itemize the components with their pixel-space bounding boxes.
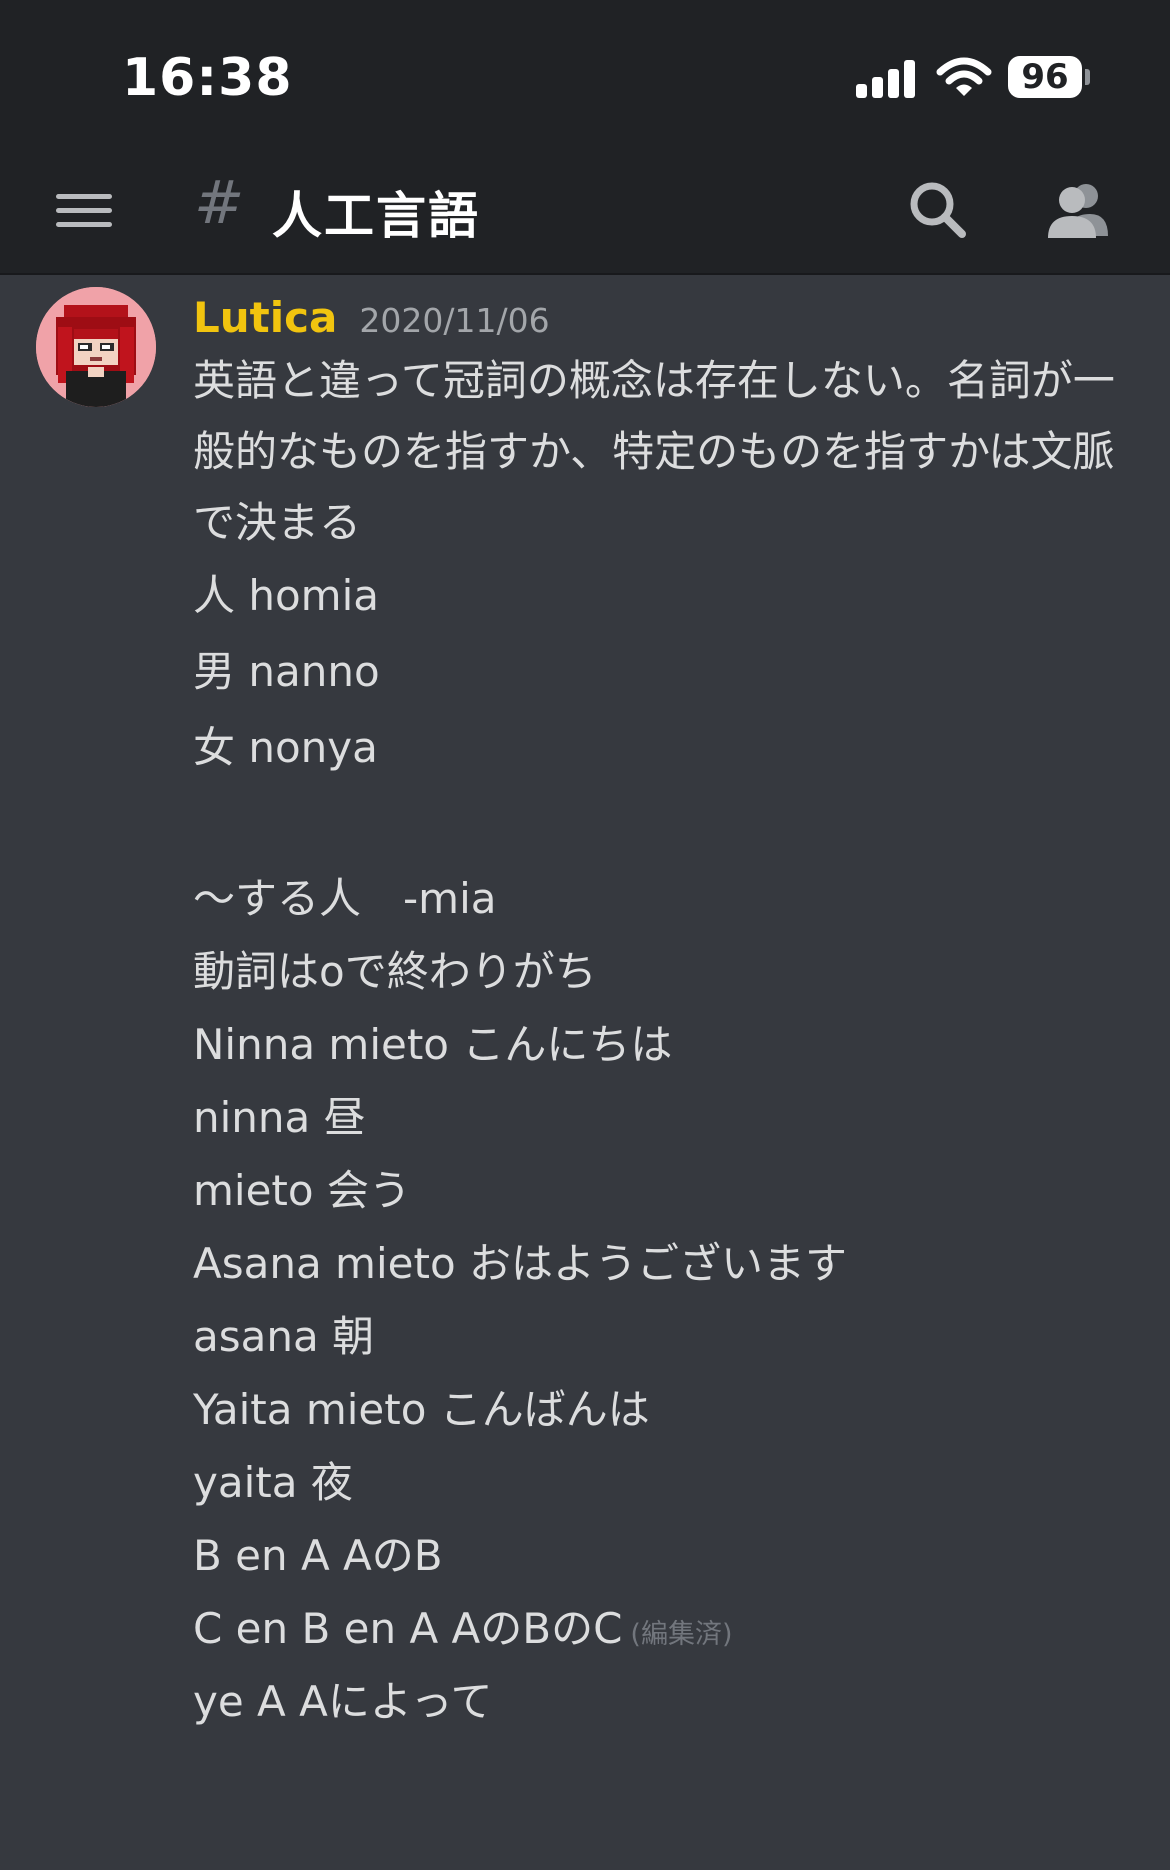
message-header: Lutica 2020/11/06 xyxy=(193,293,550,342)
message-paragraph: 英語と違って冠詞の概念は存在しない。名詞が一般的なものを指すか、特定のものを指す… xyxy=(193,356,1115,547)
message-line: 人 homia xyxy=(193,571,379,620)
message-line: 女 nonya xyxy=(193,723,378,772)
message-line: 〜する人 -mia xyxy=(193,874,497,923)
message-line: Ninna mieto こんにちは xyxy=(193,1020,673,1069)
message-body: 英語と違って冠詞の概念は存在しない。名詞が一般的なものを指すか、特定のものを指す… xyxy=(193,345,1123,1738)
edited-label: (編集済) xyxy=(630,1619,733,1650)
wifi-icon xyxy=(936,57,992,96)
hamburger-menu-icon[interactable] xyxy=(56,186,112,234)
channel-hash-icon: # xyxy=(194,168,245,238)
message-line: 動詞はoで終わりがち xyxy=(193,947,597,996)
clock: 16:38 xyxy=(122,48,293,108)
message-line: 男 nanno xyxy=(193,647,380,696)
message-line: Asana mieto おはようございます xyxy=(193,1239,847,1288)
message-line: yaita 夜 xyxy=(193,1458,353,1507)
message-line: ye A Aによって xyxy=(193,1677,493,1726)
members-icon[interactable] xyxy=(1046,178,1110,242)
username[interactable]: Lutica xyxy=(193,293,337,342)
message-line: asana 朝 xyxy=(193,1312,375,1361)
avatar[interactable] xyxy=(36,287,156,407)
channel-name: 人工言語 xyxy=(272,187,480,245)
pixel-avatar-image xyxy=(36,287,156,407)
message-line: B en A AのB xyxy=(193,1531,443,1580)
message-line-text: C en B en A AのBのC xyxy=(193,1604,623,1653)
message-line: mieto 会う xyxy=(193,1166,411,1215)
timestamp: 2020/11/06 xyxy=(359,301,550,340)
message-line: Yaita mieto こんばんは xyxy=(193,1385,650,1434)
message-line: ninna 昼 xyxy=(193,1093,366,1142)
battery-tip xyxy=(1085,69,1090,85)
battery-icon: 96 xyxy=(1008,56,1082,98)
search-icon[interactable] xyxy=(906,178,970,242)
signal-icon xyxy=(856,60,916,98)
status-bar: 16:38 96 xyxy=(0,0,1170,150)
message-line-edited: C en B en A AのBのC (編集済) xyxy=(193,1592,1123,1665)
channel-header: # 人工言語 xyxy=(0,150,1170,275)
